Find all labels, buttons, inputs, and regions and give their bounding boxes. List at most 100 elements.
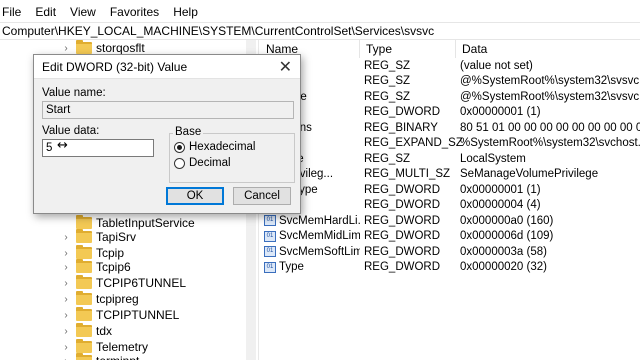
tree-item-label: TapiSrv	[96, 230, 137, 244]
value-name-text: Type	[279, 261, 304, 274]
value-row[interactable]: riptionREG_SZ@%SystemRoot%\system32\svsv…	[260, 74, 640, 90]
folder-icon	[76, 291, 92, 305]
value-type-cell: REG_DWORD	[364, 199, 441, 212]
column-header-data[interactable]: Data	[456, 40, 640, 58]
menu-item-help[interactable]: Help	[166, 5, 205, 19]
value-row[interactable]: 01 SvcMemHardLi... REG_DWORD 0x000000a0 (16…	[260, 213, 640, 229]
decimal-radio[interactable]: Decimal	[174, 157, 231, 169]
value-type-cell: REG_SZ	[364, 90, 411, 103]
menu-item-view[interactable]: View	[63, 5, 103, 19]
value-data-cell: 0x00000020 (32)	[460, 261, 547, 274]
menu-item-edit[interactable]: Edit	[28, 5, 63, 19]
value-type-cell: REG_SZ	[364, 75, 411, 88]
folder-icon	[76, 40, 92, 54]
chevron-right-icon[interactable]: ›	[60, 232, 72, 243]
menu-item-file[interactable]: File	[0, 5, 28, 19]
folder-icon	[76, 259, 92, 273]
chevron-right-icon[interactable]: ›	[60, 43, 72, 54]
radio-unchecked-icon	[174, 157, 185, 169]
tree-item-label: tcpipreg	[96, 292, 139, 306]
tree-item-label: storqosflt	[96, 41, 145, 55]
value-row[interactable]: ceSidTypeREG_DWORD0x00000001 (1)	[260, 182, 640, 198]
cancel-button[interactable]: Cancel	[233, 187, 291, 205]
value-data-cell: %SystemRoot%\system32\svchost.exe -k Loc…	[460, 137, 640, 150]
value-data-cell: SeManageVolumePrivilege	[460, 168, 599, 181]
dialog-titlebar: Edit DWORD (32-bit) Value ✕	[34, 55, 300, 79]
value-data-cell: 0x00000001 (1)	[460, 183, 541, 196]
value-data-cell: 0x0000003a (58)	[460, 245, 547, 258]
ok-button[interactable]: OK	[166, 187, 224, 205]
hexadecimal-label: Hexadecimal	[189, 141, 256, 153]
value-type-cell: REG_DWORD	[364, 214, 441, 227]
folder-icon	[76, 229, 92, 243]
value-data-cell: 0x000000a0 (160)	[460, 214, 554, 227]
value-data-cell: 80 51 01 00 00 00 00 00 00 00 00 00 03 0…	[460, 121, 640, 134]
value-row[interactable]: ault)REG_SZ(value not set)	[260, 58, 640, 74]
value-row[interactable]: iiredPrivileg...REG_MULTI_SZSeManageVolu…	[260, 167, 640, 183]
chevron-right-icon[interactable]: ›	[60, 262, 72, 273]
value-row[interactable]: ctNameREG_SZLocalSystem	[260, 151, 640, 167]
value-type-cell: REG_SZ	[364, 59, 411, 72]
value-data-cell: 0x00000001 (1)	[460, 106, 541, 119]
folder-icon	[76, 307, 92, 321]
dword-value-icon: 01	[264, 230, 276, 242]
dword-value-icon: 01	[264, 261, 276, 273]
value-row[interactable]: 01SvcMemSoftLim... REG_DWORD 0x0000003a (5…	[260, 244, 640, 260]
chevron-right-icon[interactable]: ›	[60, 326, 72, 337]
value-name-text: SvcMemMidLim...	[279, 230, 360, 243]
value-name-cell: 01SvcMemMidLim...	[260, 230, 360, 242]
value-data-cell: LocalSystem	[460, 152, 526, 165]
value-data-cell: @%SystemRoot%\system32\svsvc.dll,-101	[460, 90, 640, 103]
value-row[interactable]: REG_DWORD 0x00000004 (4)	[260, 198, 640, 214]
tree-item-label: terminpt	[96, 354, 139, 360]
folder-icon	[76, 275, 92, 289]
value-row[interactable]: ControlREG_DWORD0x00000001 (1)	[260, 105, 640, 121]
value-name-cell: 01 SvcMemHardLi...	[260, 215, 360, 227]
menu-item-favorites[interactable]: Favorites	[103, 5, 166, 19]
decimal-label: Decimal	[189, 157, 231, 169]
value-row[interactable]: 01 Type REG_DWORD 0x00000020 (32)	[260, 260, 640, 276]
value-name-field: Start	[42, 101, 294, 119]
chevron-right-icon[interactable]: ›	[60, 310, 72, 321]
chevron-right-icon[interactable]: ›	[60, 294, 72, 305]
list-header: Name Type Data	[260, 40, 640, 58]
value-row[interactable]: ePathREG_EXPAND_SZ%SystemRoot%\system32\…	[260, 136, 640, 152]
value-type-cell: REG_DWORD	[364, 106, 441, 119]
value-name-text: SvcMemSoftLim...	[279, 245, 360, 258]
tree-item[interactable]: › terminpt	[60, 352, 139, 360]
value-type-cell: REG_DWORD	[364, 183, 441, 196]
chevron-right-icon[interactable]: ›	[60, 356, 72, 360]
address-bar[interactable]: Computer\HKEY_LOCAL_MACHINE\SYSTEM\Curre…	[0, 22, 640, 40]
value-name-cell: 01 Type	[260, 261, 360, 273]
value-list: Name Type Data ault)REG_SZ(value not set…	[260, 40, 640, 360]
hexadecimal-radio[interactable]: Hexadecimal	[174, 141, 255, 153]
value-type-cell: REG_DWORD	[364, 230, 441, 243]
value-type-cell: REG_MULTI_SZ	[364, 168, 451, 181]
value-name-label: Value name:	[42, 87, 106, 99]
column-header-type[interactable]: Type	[360, 40, 456, 58]
tree-item-label: tdx	[96, 324, 113, 338]
value-data-cell: @%SystemRoot%\system32\svsvc.dll,-102	[460, 75, 640, 88]
base-label: Base	[173, 126, 204, 138]
dword-value-icon: 01	[264, 246, 276, 258]
value-row[interactable]: 01SvcMemMidLim... REG_DWORD 0x0000006d (10…	[260, 229, 640, 245]
value-row[interactable]: reActionsREG_BINARY80 51 01 00 00 00 00 …	[260, 120, 640, 136]
value-data-cell: 0x00000004 (4)	[460, 199, 541, 212]
dword-value-icon: 01	[264, 215, 276, 227]
chevron-right-icon[interactable]: ›	[60, 248, 72, 259]
chevron-right-icon[interactable]: ›	[60, 342, 72, 353]
tree-item-label: Tcpip6	[96, 260, 131, 274]
tree-item-label: TCPIPTUNNEL	[96, 308, 180, 322]
edit-dword-dialog: Edit DWORD (32-bit) Value ✕ Value name: …	[33, 54, 301, 214]
dialog-title: Edit DWORD (32-bit) Value	[42, 59, 188, 74]
value-type-cell: REG_DWORD	[364, 245, 441, 258]
value-row[interactable]: ayNameREG_SZ@%SystemRoot%\system32\svsvc…	[260, 89, 640, 105]
chevron-right-icon[interactable]: ›	[60, 278, 72, 289]
menu-bar: File Edit View Favorites Help	[0, 0, 640, 24]
value-data-cell: (value not set)	[460, 59, 533, 72]
close-icon[interactable]: ✕	[279, 57, 292, 77]
value-name-cell: 01SvcMemSoftLim...	[260, 246, 360, 258]
value-name-text: SvcMemHardLi...	[279, 214, 360, 227]
folder-icon	[76, 353, 92, 360]
value-type-cell: REG_EXPAND_SZ	[364, 137, 463, 150]
